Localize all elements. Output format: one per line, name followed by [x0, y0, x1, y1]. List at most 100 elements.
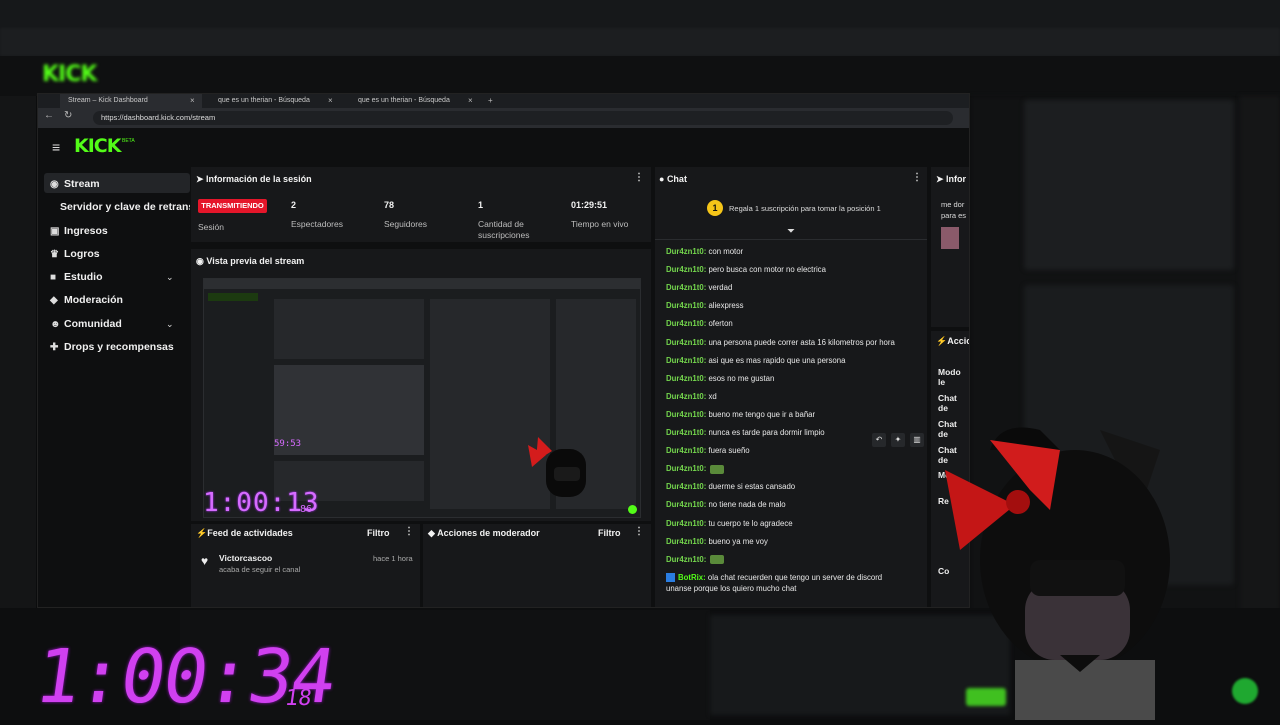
chat-message[interactable]: Dur4zn1t0: pero busca con motor no elect…	[666, 265, 826, 274]
feed-title-text: Feed de actividades	[207, 528, 293, 538]
chat-username[interactable]: Dur4zn1t0:	[666, 319, 706, 328]
chat-username[interactable]: Dur4zn1t0:	[666, 374, 706, 383]
chat-username[interactable]: Dur4zn1t0:	[666, 537, 706, 546]
outer-browser-addressbar	[0, 28, 1280, 56]
more-options-icon[interactable]: ⋮	[634, 526, 644, 537]
stream-info-title: ➤ Infor	[936, 174, 966, 185]
sidebar-item-label: Logros	[64, 248, 100, 260]
chat-text: tu cuerpo te lo agradece	[706, 518, 793, 528]
tab-search-2[interactable]: que es un therian - Búsqueda	[350, 94, 476, 108]
sidebar-item-ingresos[interactable]: ▣ Ingresos	[50, 225, 108, 237]
kick-logo[interactable]: KICK	[74, 135, 121, 157]
chat-username[interactable]: Dur4zn1t0:	[666, 247, 706, 256]
chat-username[interactable]: Dur4zn1t0:	[666, 555, 706, 564]
chat-message[interactable]: Dur4zn1t0:	[666, 464, 725, 474]
outer-left-rail	[0, 96, 36, 616]
chat-username[interactable]: Dur4zn1t0:	[666, 519, 706, 528]
chat-username[interactable]: Dur4zn1t0:	[666, 428, 706, 437]
activity-feed-title: ⚡Feed de actividades	[196, 528, 293, 539]
chat-username[interactable]: Dur4zn1t0:	[666, 446, 706, 455]
chat-message[interactable]: Dur4zn1t0: aliexpress	[666, 301, 744, 310]
sidebar-item-stream[interactable]: ◉ Stream	[50, 178, 100, 190]
url-field[interactable]: https://dashboard.kick.com/stream	[93, 111, 953, 125]
bolt-icon: ⚡	[936, 336, 948, 346]
chat-message[interactable]: Dur4zn1t0: fuera sueño	[666, 446, 750, 455]
feed-filter-button[interactable]: Filtro	[367, 528, 390, 538]
signal-icon: ◉	[50, 179, 59, 190]
sidebar-item-label: Moderación	[64, 294, 123, 306]
chat-username[interactable]: Dur4zn1t0:	[666, 500, 706, 509]
chat-username[interactable]: Dur4zn1t0:	[666, 482, 706, 491]
session-info-title: ➤ Información de la sesión	[196, 174, 312, 185]
chat-divider	[655, 239, 927, 240]
chat-message[interactable]: Dur4zn1t0: una persona puede correr asta…	[666, 338, 895, 347]
camera-icon: ■	[50, 272, 57, 283]
viewers-count: 2	[291, 200, 297, 210]
more-options-icon[interactable]: ⋮	[404, 526, 414, 537]
more-options-icon[interactable]: ⋮	[912, 172, 922, 183]
status-badge: TRANSMITIENDO	[198, 199, 267, 213]
chat-text: xd	[706, 391, 717, 401]
tab-stream-dashboard[interactable]: Stream – Kick Dashboard	[60, 94, 202, 108]
chat-message[interactable]: Dur4zn1t0: verdad	[666, 283, 732, 292]
reply-icon[interactable]: ↶	[872, 433, 886, 447]
chat-message[interactable]: Dur4zn1t0: duerme si estas cansado	[666, 482, 795, 491]
action-row[interactable]: Modo le	[938, 367, 969, 387]
chat-message-bot[interactable]: BotRix: ola chat recuerden que tengo un …	[666, 573, 882, 583]
chevron-down-icon[interactable]: ⌄	[166, 319, 174, 330]
chat-username[interactable]: Dur4zn1t0:	[666, 265, 706, 274]
tab-label: Stream – Kick Dashboard	[68, 97, 148, 104]
hamburger-menu-icon[interactable]: ≡	[52, 139, 60, 155]
more-options-icon[interactable]: ⋮	[634, 172, 644, 183]
chat-username[interactable]: Dur4zn1t0:	[666, 392, 706, 401]
vtuber-avatar	[930, 410, 1200, 720]
chat-username[interactable]: Dur4zn1t0:	[666, 283, 706, 292]
chat-username[interactable]: Dur4zn1t0:	[666, 338, 706, 347]
sidebar-item-logros[interactable]: ♛ Logros	[50, 248, 100, 260]
chat-message[interactable]: Dur4zn1t0: bueno ya me voy	[666, 537, 768, 546]
chevron-down-icon[interactable]: ⌄	[166, 272, 174, 283]
chat-message[interactable]: Dur4zn1t0: oferton	[666, 319, 733, 328]
close-icon[interactable]: ×	[328, 94, 333, 108]
tab-label: que es un therian - Búsqueda	[218, 97, 310, 104]
feed-entry-name[interactable]: Victorcascoo	[219, 553, 272, 563]
chat-username[interactable]: BotRix:	[678, 573, 706, 582]
sidebar-item-drops[interactable]: ✚ Drops y recompensas	[50, 341, 174, 353]
pinned-gift-text[interactable]: Regala 1 suscripción para tomar la posic…	[729, 204, 881, 213]
sidebar-item-server-key[interactable]: Servidor y clave de retransmisión	[60, 201, 190, 213]
feed-entry-text: acaba de seguir el canal	[219, 565, 301, 574]
beta-badge: BETA	[122, 138, 135, 144]
chat-message[interactable]: Dur4zn1t0: nunca es tarde para dormir li…	[666, 428, 825, 437]
chat-username[interactable]: Dur4zn1t0:	[666, 464, 706, 473]
close-icon[interactable]: ×	[190, 94, 195, 108]
chat-message[interactable]: Dur4zn1t0: asi que es mas rapido que una…	[666, 356, 845, 365]
category-thumbnail[interactable]	[941, 227, 959, 249]
stream-info-title-text: Infor	[946, 174, 967, 184]
new-tab-icon[interactable]: +	[488, 94, 493, 108]
mod-filter-button[interactable]: Filtro	[598, 528, 621, 538]
chat-message[interactable]: Dur4zn1t0: xd	[666, 392, 717, 401]
delete-icon[interactable]: ▥	[910, 433, 924, 447]
tab-search-1[interactable]: que es un therian - Búsqueda	[210, 94, 336, 108]
sidebar-item-comunidad[interactable]: ☻ Comunidad	[50, 318, 122, 330]
chat-username[interactable]: Dur4zn1t0:	[666, 301, 706, 310]
chat-message[interactable]: Dur4zn1t0: no tiene nada de malo	[666, 500, 786, 509]
chat-message[interactable]: Dur4zn1t0: bueno me tengo que ir a bañar	[666, 410, 815, 419]
chat-username[interactable]: Dur4zn1t0:	[666, 356, 706, 365]
chat-message[interactable]: Dur4zn1t0: con motor	[666, 247, 743, 256]
outer-stream-info-panel	[1024, 100, 1234, 270]
reload-icon[interactable]: ↻	[64, 110, 72, 121]
channel-actions-title-text: Accio	[947, 336, 970, 346]
back-arrow-icon[interactable]: ←	[44, 110, 54, 121]
chat-message[interactable]: Dur4zn1t0: esos no me gustan	[666, 374, 774, 383]
pin-icon[interactable]: ✦	[891, 433, 905, 447]
stream-preview-video[interactable]: 59:53	[203, 278, 641, 518]
close-icon[interactable]: ×	[468, 94, 473, 108]
chat-username[interactable]: Dur4zn1t0:	[666, 410, 706, 419]
sidebar-item-moderacion[interactable]: ◆ Moderación	[50, 294, 123, 306]
chat-message[interactable]: Dur4zn1t0: tu cuerpo te lo agradece	[666, 519, 793, 528]
sidebar-item-estudio[interactable]: ■ Estudio	[50, 271, 103, 283]
chat-message[interactable]: Dur4zn1t0:	[666, 555, 725, 565]
scroll-to-bottom-icon[interactable]: ⏷	[787, 226, 795, 237]
chat-text: nunca es tarde para dormir limpio	[706, 428, 825, 437]
